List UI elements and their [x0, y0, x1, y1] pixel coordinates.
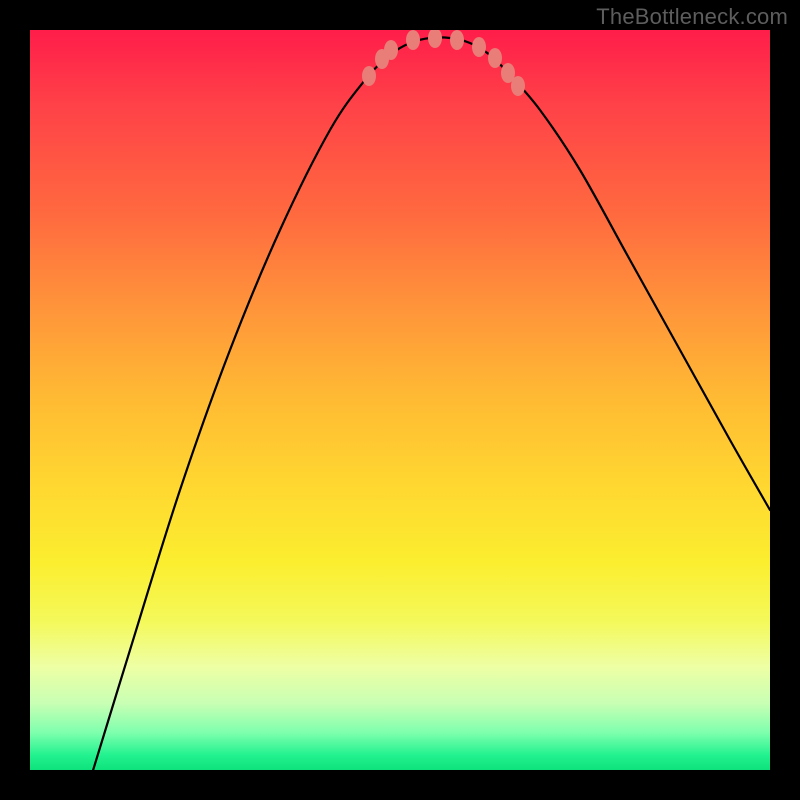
highlight-marker — [428, 30, 442, 48]
highlight-markers — [362, 30, 525, 96]
curve-svg — [30, 30, 770, 770]
highlight-marker — [384, 40, 398, 60]
bottleneck-curve — [87, 37, 770, 770]
plot-area — [30, 30, 770, 770]
highlight-marker — [406, 30, 420, 50]
highlight-marker — [472, 37, 486, 57]
chart-frame: TheBottleneck.com — [0, 0, 800, 800]
highlight-marker — [450, 30, 464, 50]
highlight-marker — [362, 66, 376, 86]
watermark-text: TheBottleneck.com — [596, 4, 788, 30]
highlight-marker — [488, 48, 502, 68]
highlight-marker — [511, 76, 525, 96]
